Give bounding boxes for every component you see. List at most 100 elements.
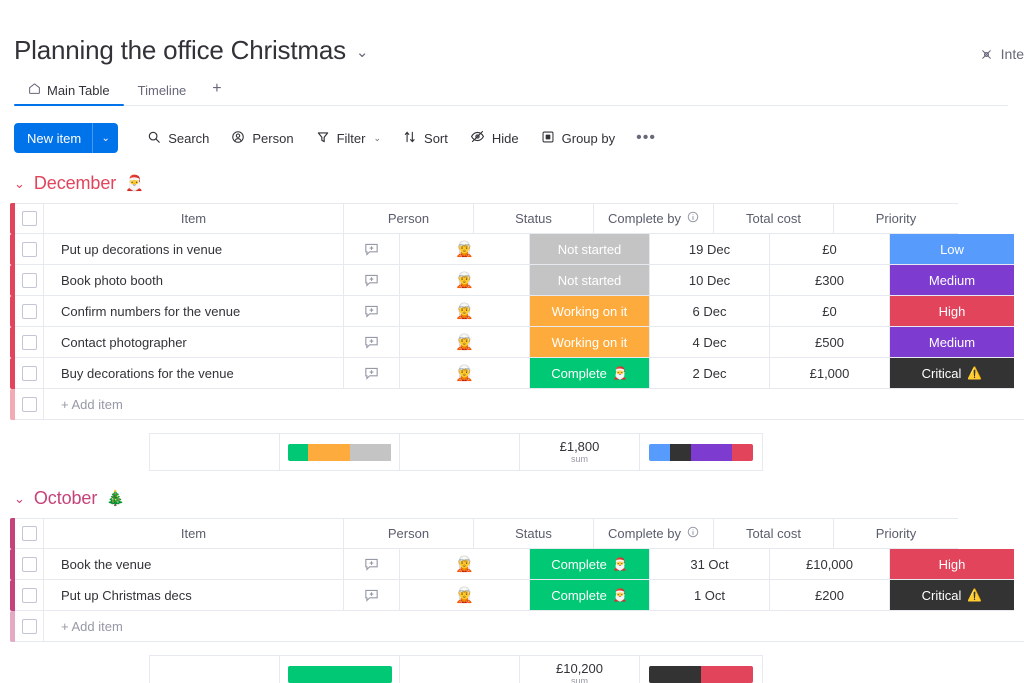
status-badge[interactable]: Complete 🎅 bbox=[530, 580, 649, 610]
row-select-cell[interactable] bbox=[15, 265, 44, 296]
cell-add-comment[interactable] bbox=[344, 327, 400, 358]
summary-status[interactable] bbox=[279, 433, 399, 471]
row-select-cell[interactable] bbox=[15, 296, 44, 327]
cell-total-cost[interactable]: £300 bbox=[770, 265, 890, 296]
sort-button[interactable]: Sort bbox=[392, 123, 459, 153]
cell-add-comment[interactable] bbox=[344, 234, 400, 265]
person-filter-button[interactable]: Person bbox=[220, 123, 304, 153]
select-all-cell[interactable] bbox=[15, 203, 44, 234]
column-header-person[interactable]: Person bbox=[344, 518, 474, 549]
cell-status[interactable]: Working on it bbox=[530, 296, 650, 327]
add-tab-button[interactable]: + bbox=[200, 80, 233, 105]
cell-add-comment[interactable] bbox=[344, 358, 400, 389]
integrate-button[interactable]: Inte bbox=[979, 46, 1024, 62]
summary-status[interactable] bbox=[279, 655, 399, 683]
table-row[interactable]: Confirm numbers for the venue 🧝 Working o… bbox=[10, 296, 1024, 327]
row-select-cell[interactable] bbox=[15, 327, 44, 358]
cell-add-comment[interactable] bbox=[344, 296, 400, 327]
cell-priority[interactable]: High bbox=[890, 296, 1014, 327]
row-checkbox[interactable] bbox=[21, 303, 37, 319]
cell-person[interactable]: 🧝 bbox=[400, 327, 530, 358]
select-all-checkbox[interactable] bbox=[21, 526, 37, 541]
column-header-item[interactable]: Item bbox=[44, 203, 344, 234]
cell-add-comment[interactable] bbox=[344, 549, 400, 580]
cell-status[interactable]: Not started bbox=[530, 234, 650, 265]
status-badge[interactable]: Not started bbox=[530, 234, 649, 264]
new-item-chevron-down-icon[interactable]: ⌄ bbox=[92, 123, 118, 153]
priority-badge[interactable]: Low bbox=[890, 234, 1014, 264]
cell-item[interactable]: Put up decorations in venue bbox=[44, 234, 344, 265]
summary-priority[interactable] bbox=[639, 655, 763, 683]
add-item-row[interactable]: + Add item bbox=[10, 611, 1024, 642]
cell-complete-by[interactable]: 4 Dec bbox=[650, 327, 770, 358]
summary-priority[interactable] bbox=[639, 433, 763, 471]
column-header-complete-by[interactable]: Complete by bbox=[594, 518, 714, 549]
add-comment-icon[interactable] bbox=[363, 241, 380, 258]
table-row[interactable]: Buy decorations for the venue 🧝 Complete 🎅… bbox=[10, 358, 1024, 389]
cell-priority[interactable]: Critical ⚠️ bbox=[890, 358, 1014, 389]
new-item-button[interactable]: New item ⌄ bbox=[14, 123, 119, 153]
cell-total-cost[interactable]: £0 bbox=[770, 234, 890, 265]
row-select-cell[interactable] bbox=[15, 580, 44, 611]
column-header-total-cost[interactable]: Total cost bbox=[714, 203, 834, 234]
table-row[interactable]: Put up decorations in venue 🧝 Not started… bbox=[10, 234, 1024, 265]
column-header-priority[interactable]: Priority bbox=[834, 518, 958, 549]
table-row[interactable]: Contact photographer 🧝 Working on it 4 Dec… bbox=[10, 327, 1024, 358]
filter-button[interactable]: Filter ⌄ bbox=[305, 123, 392, 153]
cell-complete-by[interactable]: 10 Dec bbox=[650, 265, 770, 296]
cell-total-cost[interactable]: £1,000 bbox=[770, 358, 890, 389]
priority-badge[interactable]: Medium bbox=[890, 265, 1014, 295]
chevron-down-icon[interactable]: ⌄ bbox=[356, 45, 369, 60]
column-header-status[interactable]: Status bbox=[474, 203, 594, 234]
table-row[interactable]: Book the venue 🧝 Complete 🎅 31 Oct £10,000 Hi… bbox=[10, 549, 1024, 580]
cell-priority[interactable]: Medium bbox=[890, 265, 1014, 296]
search-button[interactable]: Search bbox=[136, 123, 220, 153]
column-header-priority[interactable]: Priority bbox=[834, 203, 958, 234]
cell-item[interactable]: Contact photographer bbox=[44, 327, 344, 358]
cell-total-cost[interactable]: £200 bbox=[770, 580, 890, 611]
status-badge[interactable]: Complete 🎅 bbox=[530, 358, 649, 388]
tab-timeline[interactable]: Timeline bbox=[124, 83, 201, 105]
add-row-checkbox[interactable] bbox=[21, 618, 37, 634]
column-header-complete-by[interactable]: Complete by bbox=[594, 203, 714, 234]
cell-total-cost[interactable]: £10,000 bbox=[770, 549, 890, 580]
row-checkbox[interactable] bbox=[21, 556, 37, 572]
cell-status[interactable]: Complete 🎅 bbox=[530, 580, 650, 611]
status-badge[interactable]: Working on it bbox=[530, 327, 649, 357]
group-by-button[interactable]: Group by bbox=[530, 123, 626, 153]
select-all-checkbox[interactable] bbox=[21, 211, 37, 226]
add-comment-icon[interactable] bbox=[363, 303, 380, 320]
priority-badge[interactable]: Medium bbox=[890, 327, 1014, 357]
column-header-item[interactable]: Item bbox=[44, 518, 344, 549]
cell-person[interactable]: 🧝 bbox=[400, 549, 530, 580]
group-collapse-chevron-icon[interactable]: ⌄ bbox=[14, 492, 25, 505]
summary-total-cost[interactable]: £10,200 sum bbox=[519, 655, 639, 683]
table-row[interactable]: Book photo booth 🧝 Not started 10 Dec £300 M… bbox=[10, 265, 1024, 296]
row-select-cell[interactable] bbox=[15, 234, 44, 265]
column-header-person[interactable]: Person bbox=[344, 203, 474, 234]
cell-status[interactable]: Not started bbox=[530, 265, 650, 296]
cell-complete-by[interactable]: 19 Dec bbox=[650, 234, 770, 265]
add-comment-icon[interactable] bbox=[363, 556, 380, 573]
row-checkbox[interactable] bbox=[21, 587, 37, 603]
row-select-cell[interactable] bbox=[15, 358, 44, 389]
cell-person[interactable]: 🧝 bbox=[400, 265, 530, 296]
cell-complete-by[interactable]: 1 Oct bbox=[650, 580, 770, 611]
cell-status[interactable]: Complete 🎅 bbox=[530, 549, 650, 580]
priority-badge[interactable]: Critical ⚠️ bbox=[890, 358, 1014, 388]
priority-badge[interactable]: High bbox=[890, 296, 1014, 326]
cell-total-cost[interactable]: £500 bbox=[770, 327, 890, 358]
cell-total-cost[interactable]: £0 bbox=[770, 296, 890, 327]
cell-add-comment[interactable] bbox=[344, 580, 400, 611]
row-checkbox[interactable] bbox=[21, 241, 37, 257]
priority-badge[interactable]: High bbox=[890, 549, 1014, 579]
cell-item[interactable]: Confirm numbers for the venue bbox=[44, 296, 344, 327]
cell-add-comment[interactable] bbox=[344, 265, 400, 296]
group-collapse-chevron-icon[interactable]: ⌄ bbox=[14, 177, 25, 190]
cell-person[interactable]: 🧝 bbox=[400, 580, 530, 611]
row-checkbox[interactable] bbox=[21, 334, 37, 350]
cell-status[interactable]: Complete 🎅 bbox=[530, 358, 650, 389]
cell-person[interactable]: 🧝 bbox=[400, 296, 530, 327]
column-header-status[interactable]: Status bbox=[474, 518, 594, 549]
cell-item[interactable]: Book the venue bbox=[44, 549, 344, 580]
